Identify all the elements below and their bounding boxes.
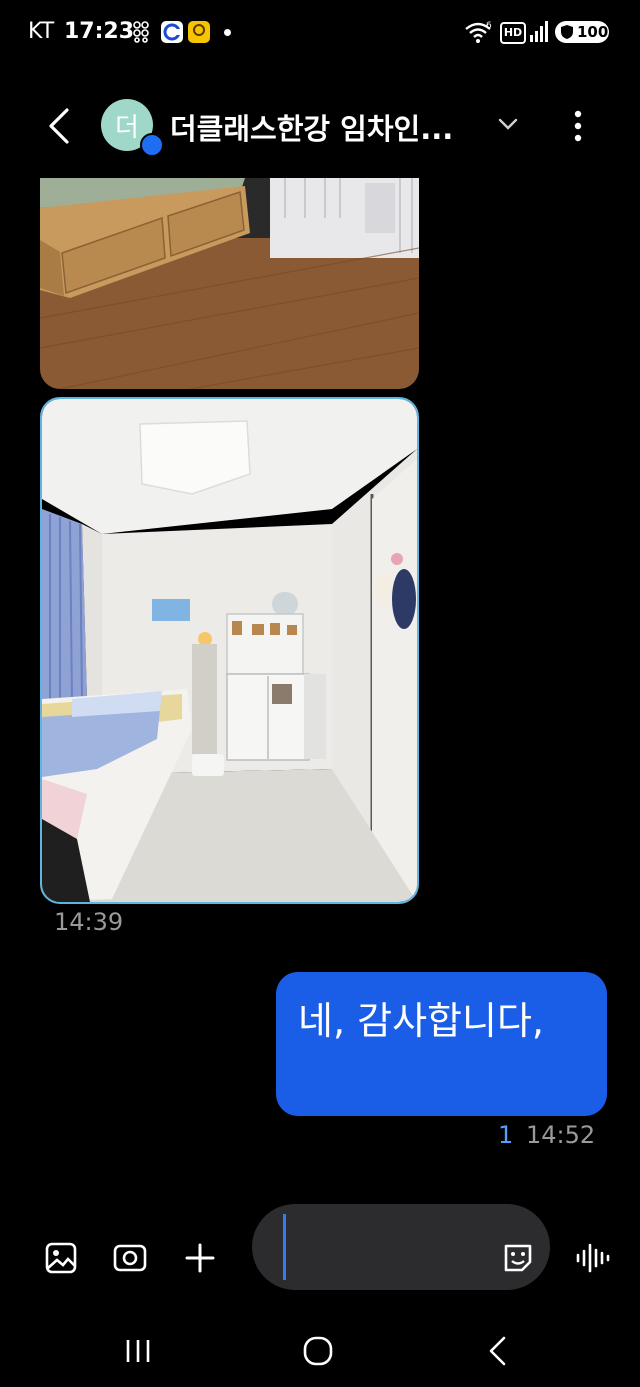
text-cursor [283,1214,286,1280]
battery-shield-icon [561,25,573,39]
wifi-icon: 6 [465,21,492,43]
sent-timestamp: 14:52 [526,1121,596,1149]
plus-icon[interactable] [185,1243,215,1273]
status-time: 17:23 [64,19,135,44]
chat-title[interactable]: 더클래스한강 임차인... [170,106,453,148]
received-photo-2[interactable] [40,397,419,904]
battery-level: 100 [577,23,609,41]
hd-badge: HD [500,22,526,44]
chevron-down-icon[interactable] [496,116,520,134]
bedroom-photo-image [40,178,419,389]
read-count: 1 [498,1121,514,1149]
received-timestamp: 14:39 [54,908,124,936]
app-yellow-icon [188,21,210,43]
signal-icon [530,21,548,42]
camera-icon[interactable] [113,1243,147,1273]
sent-message-text: 네, 감사합니다, [298,999,544,1043]
back-arrow-icon[interactable] [45,108,73,144]
status-bar: KT 17:23 6 HD 100 [0,0,640,64]
room-photo-image [42,399,417,902]
battery-indicator: 100 [555,21,609,43]
emoji-sticker-icon[interactable] [502,1242,534,1274]
avatar-status-dot [140,133,164,157]
more-vert-icon[interactable] [566,108,590,144]
gallery-icon[interactable] [45,1242,77,1274]
voice-wave-icon[interactable] [575,1242,611,1274]
more-notifications-dot [224,29,231,36]
nav-recents-icon[interactable] [124,1337,152,1365]
carrier-label: KT [28,19,55,44]
nav-back-icon[interactable] [486,1335,510,1367]
notification-icon [133,21,149,43]
nav-home-icon[interactable] [302,1335,334,1367]
received-photo-1[interactable] [40,178,419,389]
sent-message-bubble[interactable]: 네, 감사합니다, [276,972,607,1116]
app-c-icon [161,21,183,43]
svg-text:6: 6 [486,21,492,31]
